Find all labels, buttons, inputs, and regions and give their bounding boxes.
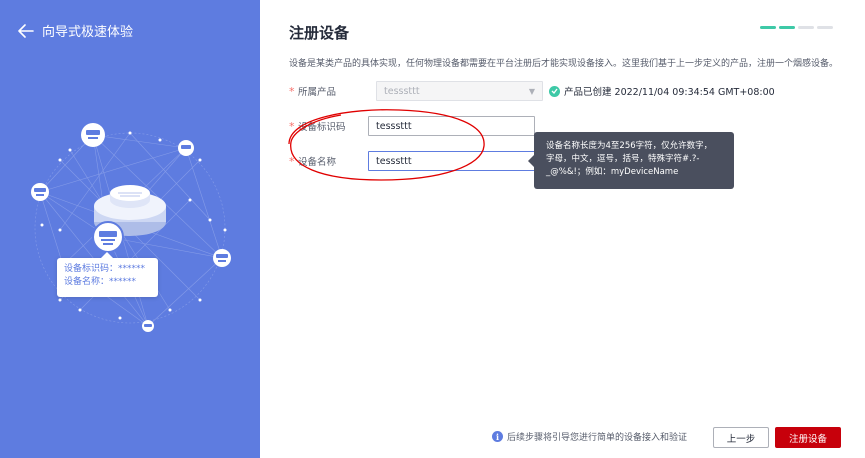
annotation-ellipse bbox=[288, 109, 485, 181]
main-panel: 注册设备 设备是某类产品的具体实现，任何物理设备都需要在平台注册后才能实现设备接… bbox=[260, 0, 865, 458]
step-indicator bbox=[760, 26, 833, 29]
footer-info: i 后续步骤将引导您进行简单的设备接入和验证 bbox=[492, 430, 687, 443]
tooltip-line-3: _@%&!；例如：myDeviceName bbox=[546, 167, 679, 177]
wizard-title: 向导式极速体验 bbox=[42, 25, 134, 40]
tooltip-line-1: 设备名称长度为4至256字符，仅允许数字， bbox=[546, 141, 713, 151]
required-marker: * bbox=[289, 84, 295, 98]
tooltip-line-2: 字母，中文，逗号，括号，特殊字符#.?- bbox=[546, 154, 700, 164]
device-info-card: 设备标识码：****** 设备名称：****** bbox=[57, 252, 158, 297]
device-network-illustration bbox=[31, 123, 231, 332]
arrow-left-icon bbox=[18, 23, 34, 38]
step-1 bbox=[760, 26, 776, 29]
product-select-value: tesssttt bbox=[384, 85, 420, 97]
card-device-id: 设备标识码：****** bbox=[64, 264, 146, 274]
product-created-text: 产品已创建 2022/11/04 09:34:54 GMT+08:00 bbox=[564, 87, 775, 98]
prev-step-button[interactable]: 上一步 bbox=[713, 427, 769, 448]
footer-info-text: 后续步骤将引导您进行简单的设备接入和验证 bbox=[507, 433, 688, 443]
back-button[interactable]: 向导式极速体验 bbox=[18, 21, 133, 40]
step-2 bbox=[779, 26, 795, 29]
card-device-name: 设备名称：****** bbox=[64, 277, 137, 287]
step-3 bbox=[798, 26, 814, 29]
product-label: 所属产品 bbox=[298, 87, 337, 98]
check-circle-icon bbox=[549, 85, 560, 97]
step-4 bbox=[817, 26, 833, 29]
chevron-down-icon: ▼ bbox=[528, 86, 535, 96]
info-icon: i bbox=[492, 431, 503, 442]
left-panel: 向导式极速体验 设备标识码：****** 设备名称：****** bbox=[0, 0, 260, 458]
page-title: 注册设备 bbox=[289, 24, 350, 42]
product-select[interactable]: tesssttt ▼ bbox=[376, 81, 543, 101]
form-row-product: * 所属产品 tesssttt ▼ 产品已创建 2022/11/04 09:34… bbox=[289, 81, 775, 101]
page-description: 设备是某类产品的具体实现，任何物理设备都需要在平台注册后才能实现设备接入。这里我… bbox=[289, 59, 839, 69]
register-device-button[interactable]: 注册设备 bbox=[775, 427, 841, 448]
device-name-tooltip: 设备名称长度为4至256字符，仅允许数字， 字母，中文，逗号，括号，特殊字符#.… bbox=[528, 132, 734, 189]
product-created-status: 产品已创建 2022/11/04 09:34:54 GMT+08:00 bbox=[549, 84, 775, 98]
